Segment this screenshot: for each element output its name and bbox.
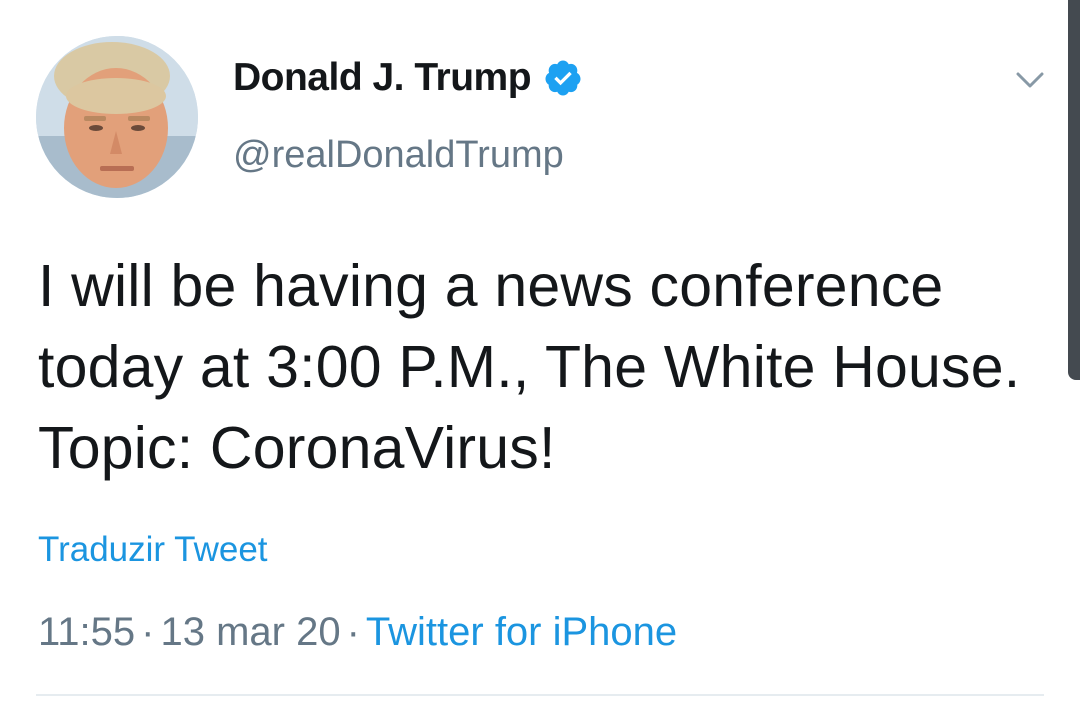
tweet-date: 13 mar 20 [160,610,341,654]
tweet-text: I will be having a news conference today… [38,253,1021,481]
meta-separator: · [346,610,360,654]
chevron-down-icon[interactable] [1012,62,1048,98]
author-display-name[interactable]: Donald J. Trump [233,56,532,100]
author-display-name-row[interactable]: Donald J. Trump [233,56,583,100]
tweet-source-link[interactable]: Twitter for iPhone [366,610,677,654]
tweet-meta: 11:55 · 13 mar 20 · Twitter for iPhone [38,610,677,655]
meta-separator: · [141,610,155,654]
divider [36,694,1044,696]
tweet-time: 11:55 [38,610,136,654]
translate-tweet-link[interactable]: Traduzir Tweet [38,530,268,570]
avatar-image [36,36,198,198]
author-handle[interactable]: @realDonaldTrump [233,134,564,177]
verified-badge-icon [543,58,583,98]
avatar[interactable] [36,36,198,198]
scrollbar[interactable] [1068,0,1080,380]
